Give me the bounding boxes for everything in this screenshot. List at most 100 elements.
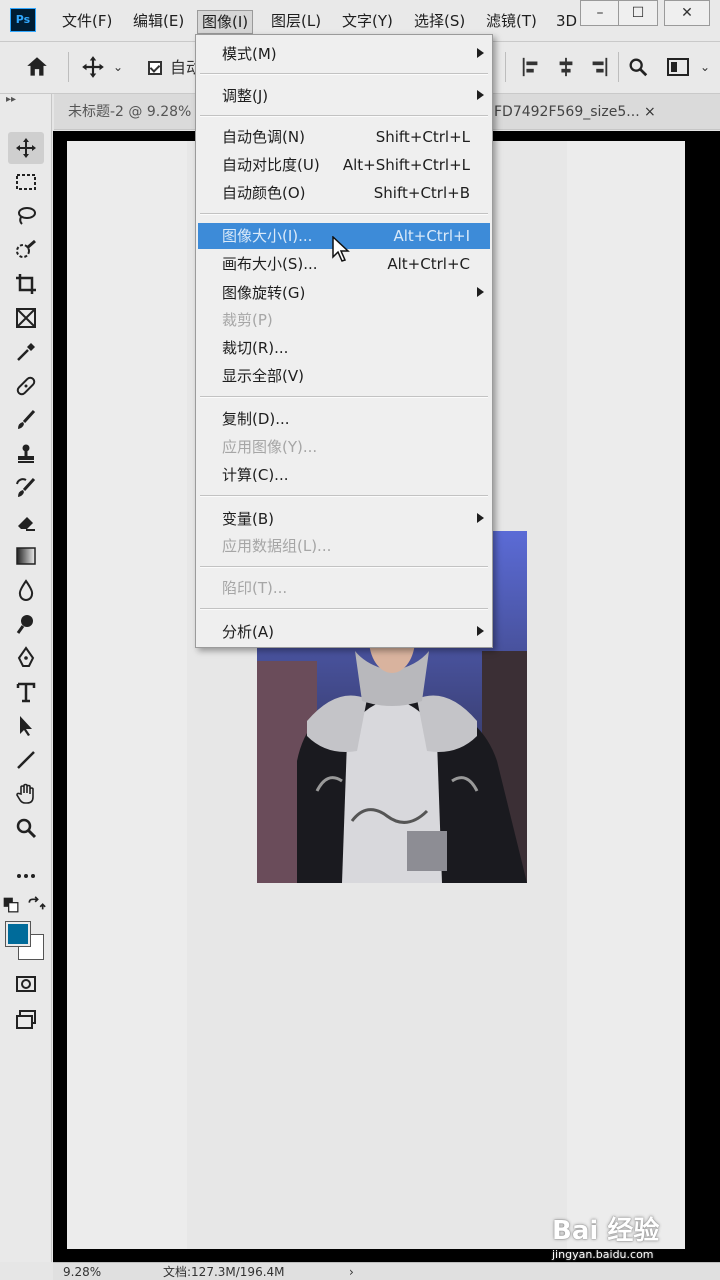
brush-icon[interactable] <box>8 404 44 436</box>
menu-item-variables[interactable]: 变量(B) <box>198 506 490 532</box>
document-info: 文档:127.3M/196.4M <box>163 1265 285 1279</box>
dodge-icon[interactable] <box>8 608 44 640</box>
line-icon[interactable] <box>8 744 44 776</box>
menu-item-label: 自动颜色(O) <box>222 184 306 202</box>
menu-item-label: 复制(D)... <box>222 410 290 428</box>
chevron-down-icon[interactable]: ⌄ <box>113 56 123 78</box>
menu-item-shortcut: Shift+Ctrl+B <box>373 184 470 202</box>
status-menu-arrow[interactable]: › <box>349 1263 354 1280</box>
screen-mode-icon[interactable] <box>8 1004 44 1036</box>
menu-item-label: 自动色调(N) <box>222 128 305 146</box>
menu-item-label: 应用图像(Y)... <box>222 438 318 456</box>
more-tools-icon[interactable] <box>8 860 44 892</box>
menu-item-label: 分析(A) <box>222 623 274 641</box>
workspace-icon[interactable] <box>666 56 690 84</box>
menu-item-duplicate[interactable]: 复制(D)... <box>198 406 490 432</box>
home-icon[interactable] <box>24 54 50 86</box>
crop-icon[interactable] <box>8 268 44 300</box>
submenu-arrow-icon <box>477 90 484 100</box>
minimize-button[interactable]: – <box>580 0 620 26</box>
eyedropper-icon[interactable] <box>8 336 44 368</box>
menu-separator <box>200 608 488 610</box>
frame-icon[interactable] <box>8 302 44 334</box>
clone-stamp-icon[interactable] <box>8 438 44 470</box>
submenu-arrow-icon <box>477 48 484 58</box>
history-brush-icon[interactable] <box>8 472 44 504</box>
menu-item-apply-data-set: 应用数据组(L)... <box>198 533 490 559</box>
zoom-icon[interactable] <box>8 812 44 844</box>
menu-edit[interactable]: 编辑(E) <box>129 10 188 34</box>
baidu-jingyan-watermark: Bai 经验 jingyan.baidu.com <box>552 1210 712 1266</box>
move-icon[interactable] <box>8 132 44 164</box>
healing-icon[interactable] <box>8 370 44 402</box>
align-center-icon[interactable] <box>555 56 577 84</box>
options-separator <box>68 52 69 82</box>
quick-mask-icon[interactable] <box>8 968 44 1000</box>
tab-image-file[interactable]: FD7492F569_size5... <box>494 94 644 130</box>
auto-select-checkbox[interactable] <box>148 61 162 75</box>
hand-icon[interactable] <box>8 778 44 810</box>
blur-icon[interactable] <box>8 574 44 606</box>
menu-filter[interactable]: 滤镜(T) <box>482 10 541 34</box>
align-left-icon[interactable] <box>520 56 542 84</box>
chevron-down-icon[interactable]: ⌄ <box>700 56 710 78</box>
align-right-icon[interactable] <box>588 56 610 84</box>
menu-select[interactable]: 选择(S) <box>410 10 469 34</box>
menu-item-shortcut: Alt+Shift+Ctrl+L <box>342 156 470 174</box>
menu-item-label: 显示全部(V) <box>222 367 304 385</box>
menu-item-label: 变量(B) <box>222 510 274 528</box>
menu-item-apply-image: 应用图像(Y)... <box>198 434 490 460</box>
submenu-arrow-icon <box>477 626 484 636</box>
image-menu-dropdown: 模式(M) 调整(J) 自动色调(N) Shift+Ctrl+L 自动对比度(U)… <box>195 34 493 648</box>
menu-image[interactable]: 图像(I) <box>197 10 254 34</box>
menu-item-label: 调整(J) <box>222 87 269 105</box>
rect-marquee-icon[interactable] <box>8 166 44 198</box>
menu-separator <box>200 213 488 215</box>
menu-type[interactable]: 文字(Y) <box>338 10 397 34</box>
menu-item-label: 图像大小(I)... <box>222 227 313 245</box>
mouse-cursor-icon <box>332 235 352 264</box>
menu-item-shortcut: Alt+Ctrl+I <box>393 227 470 245</box>
lasso-icon[interactable] <box>8 200 44 232</box>
menu-item-label: 计算(C)... <box>222 466 289 484</box>
menu-item-auto-contrast[interactable]: 自动对比度(U) Alt+Shift+Ctrl+L <box>198 152 490 178</box>
photoshop-logo[interactable]: Ps <box>10 8 36 32</box>
type-icon[interactable] <box>8 676 44 708</box>
menu-item-crop: 裁剪(P) <box>198 307 490 333</box>
gradient-icon[interactable] <box>8 540 44 572</box>
menu-item-shortcut: Shift+Ctrl+L <box>375 128 470 146</box>
move-tool-icon[interactable] <box>80 54 106 86</box>
tools-panel: ▸▸ <box>0 94 52 1262</box>
options-separator <box>618 52 619 82</box>
zoom-level[interactable]: 9.28% <box>63 1263 101 1280</box>
path-select-icon[interactable] <box>8 710 44 742</box>
menu-item-reveal-all[interactable]: 显示全部(V) <box>198 363 490 389</box>
menu-item-calculations[interactable]: 计算(C)... <box>198 462 490 488</box>
submenu-arrow-icon <box>477 513 484 523</box>
menu-file[interactable]: 文件(F) <box>58 10 116 34</box>
foreground-color-swatch[interactable] <box>5 921 31 947</box>
menu-item-image-rotation[interactable]: 图像旋转(G) <box>198 280 490 306</box>
menu-item-analysis[interactable]: 分析(A) <box>198 619 490 645</box>
tab-close-icon[interactable]: × <box>644 94 656 130</box>
menu-separator <box>200 566 488 568</box>
menu-item-adjustments[interactable]: 调整(J) <box>198 83 490 109</box>
maximize-button[interactable]: ☐ <box>618 0 658 26</box>
menu-item-mode[interactable]: 模式(M) <box>198 41 490 67</box>
menu-item-trap: 陷印(T)... <box>198 575 490 601</box>
menu-layer[interactable]: 图层(L) <box>267 10 325 34</box>
quick-select-icon[interactable] <box>8 234 44 266</box>
menu-3d[interactable]: 3D <box>552 10 581 34</box>
search-icon[interactable] <box>627 56 649 84</box>
menu-item-auto-color[interactable]: 自动颜色(O) Shift+Ctrl+B <box>198 180 490 206</box>
default-colors-icon[interactable] <box>2 894 22 918</box>
panel-collapse-icon[interactable]: ▸▸ <box>6 94 16 105</box>
swap-colors-icon[interactable] <box>26 894 46 918</box>
menu-item-trim[interactable]: 裁切(R)... <box>198 335 490 361</box>
menu-item-label: 模式(M) <box>222 45 277 63</box>
pen-icon[interactable] <box>8 642 44 674</box>
eraser-icon[interactable] <box>8 506 44 538</box>
close-window-button[interactable]: ✕ <box>664 0 710 26</box>
menu-item-shortcut: Alt+Ctrl+C <box>387 255 470 273</box>
menu-item-auto-tone[interactable]: 自动色调(N) Shift+Ctrl+L <box>198 124 490 150</box>
